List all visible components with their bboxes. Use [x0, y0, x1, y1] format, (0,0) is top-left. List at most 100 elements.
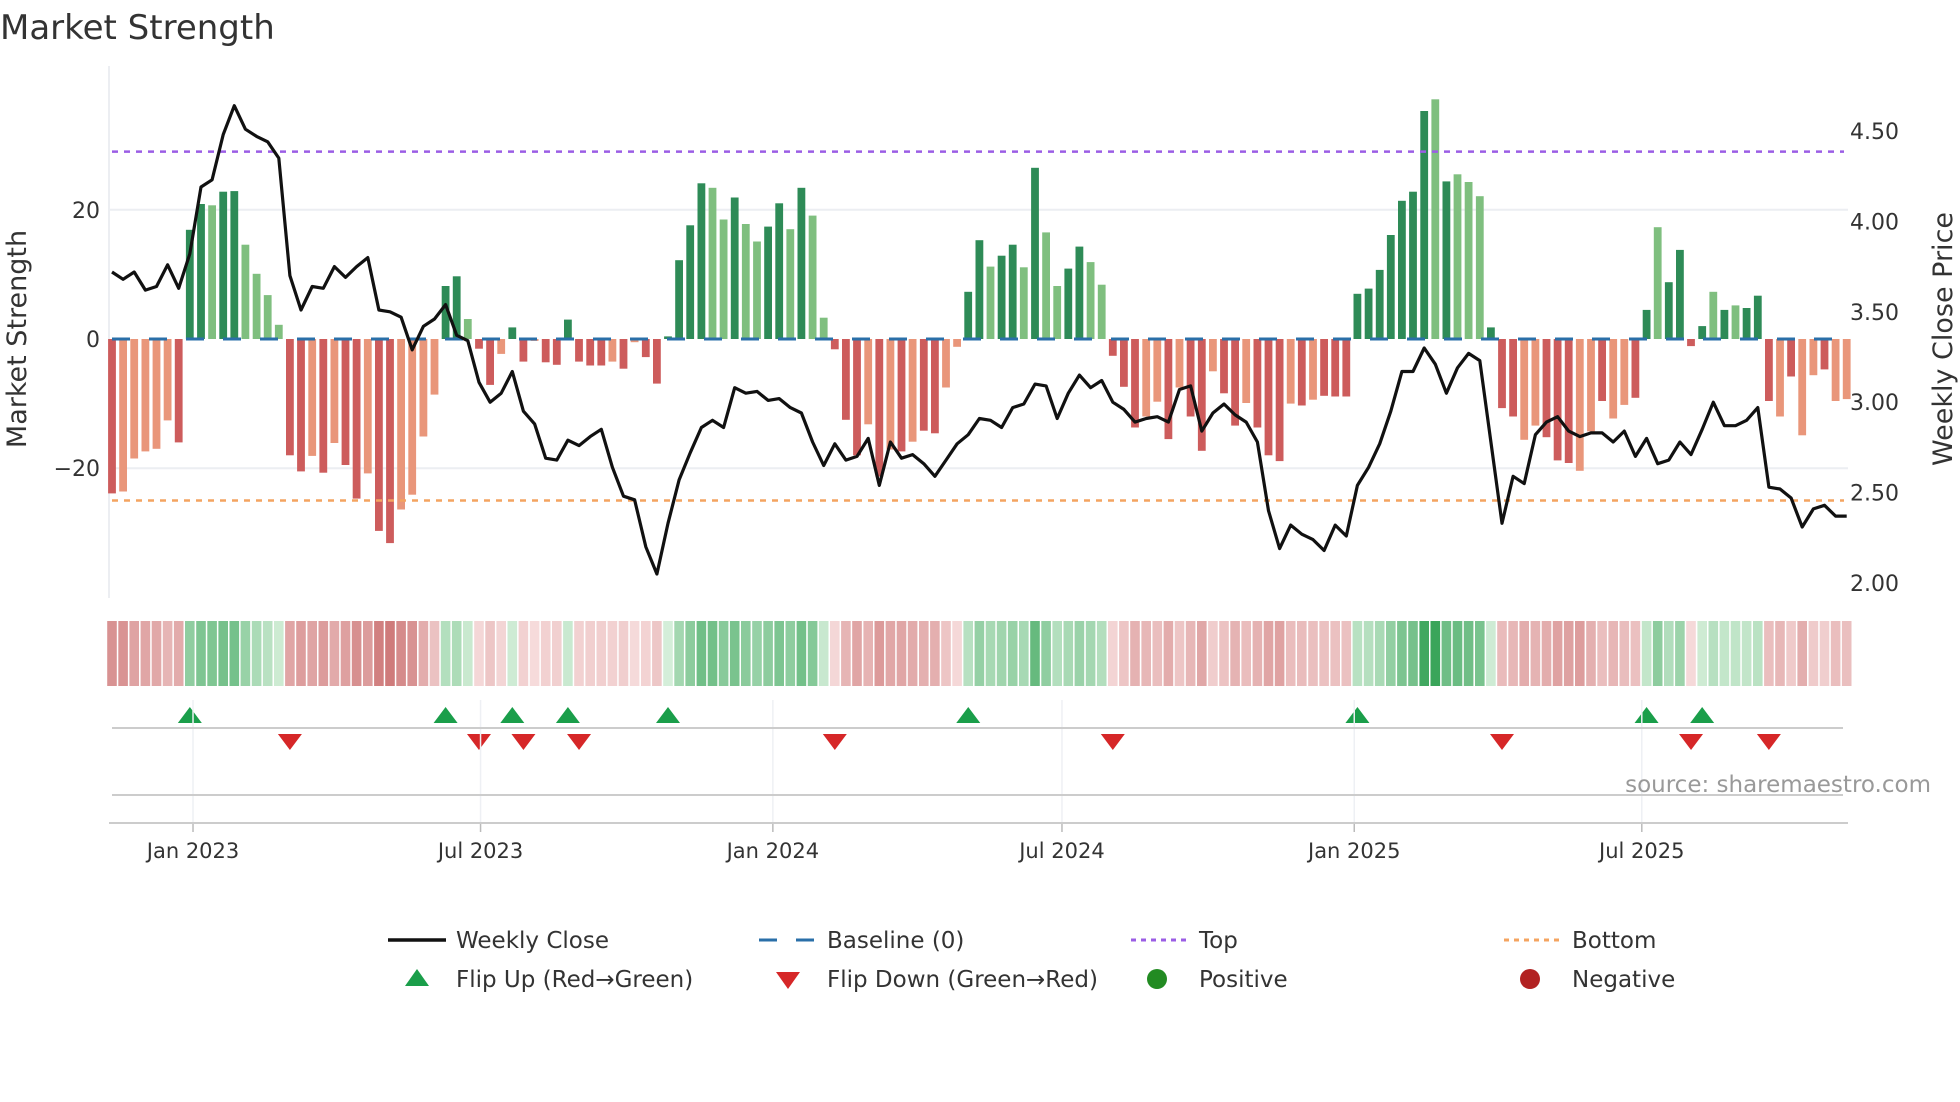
- flip-up-marker: [1690, 707, 1715, 723]
- strength-bar: [1275, 339, 1284, 462]
- heat-cell: [1241, 621, 1251, 686]
- strength-bar: [375, 339, 383, 531]
- strength-bar: [1420, 111, 1429, 339]
- strength-bar: [675, 260, 683, 339]
- strength-bar: [1409, 191, 1417, 339]
- heat-cell: [796, 621, 807, 686]
- heat-cell: [674, 621, 684, 686]
- strength-bar: [708, 187, 717, 339]
- heat-cell: [1786, 621, 1796, 686]
- heat-cell: [1041, 621, 1051, 686]
- strength-bar: [1331, 339, 1340, 397]
- legend-label: Negative: [1572, 967, 1675, 993]
- heat-cell: [285, 621, 295, 686]
- heat-cell: [563, 621, 573, 686]
- heat-cell: [1586, 621, 1596, 686]
- strength-bar: [130, 339, 139, 459]
- strength-bar: [486, 339, 494, 385]
- heat-cell: [1719, 621, 1730, 686]
- strength-bar: [564, 319, 572, 339]
- heat-cell: [185, 621, 195, 686]
- heat-cell: [729, 621, 740, 686]
- heat-cell: [429, 621, 440, 686]
- strength-bar: [1053, 286, 1062, 339]
- heat-cell: [907, 621, 918, 686]
- strength-bar: [252, 273, 261, 339]
- flip-up-marker: [500, 707, 525, 723]
- strength-bar: [653, 339, 661, 384]
- heat-cell: [741, 621, 751, 686]
- strength-bar: [597, 339, 606, 366]
- strength-bars: [108, 99, 1851, 544]
- strength-bar: [1342, 339, 1351, 397]
- strength-bar: [1186, 339, 1195, 417]
- heat-cell: [485, 621, 495, 686]
- strength-bar: [197, 204, 205, 339]
- heat-cell: [474, 621, 484, 686]
- heat-cell: [1552, 621, 1563, 686]
- strength-bar: [497, 339, 506, 354]
- strength-bar: [1664, 282, 1673, 339]
- heat-cell: [663, 621, 673, 686]
- heat-cell: [1197, 621, 1207, 686]
- heat-cell: [1252, 621, 1263, 686]
- strength-bar: [274, 324, 283, 339]
- flip-down-marker: [466, 734, 491, 750]
- strength-bar: [1709, 291, 1718, 339]
- heat-cell: [1352, 621, 1363, 686]
- heat-cell: [518, 621, 529, 686]
- strength-bar: [753, 241, 761, 339]
- strength-bar: [108, 339, 116, 494]
- heat-cell: [173, 621, 184, 686]
- strength-bar: [341, 339, 350, 465]
- heat-cell: [1130, 621, 1140, 686]
- strength-bar: [953, 339, 961, 347]
- legend-item: Negative: [1520, 967, 1675, 993]
- legend-item: Positive: [1147, 967, 1288, 993]
- heat-cell: [396, 621, 406, 686]
- flip-up-marker: [177, 707, 202, 723]
- strength-bar: [1153, 339, 1162, 402]
- flip-down-marker: [1756, 734, 1781, 750]
- strength-bar: [975, 240, 984, 339]
- strength-bar: [1453, 174, 1462, 339]
- heat-cell: [1530, 621, 1541, 686]
- strength-bar: [1297, 339, 1306, 406]
- strength-bar: [775, 203, 784, 339]
- flip-down-marker: [1490, 734, 1514, 750]
- x-tick-label: Jul 2024: [1017, 839, 1104, 863]
- strength-bar: [208, 205, 216, 339]
- heat-cell: [107, 621, 117, 686]
- strength-bar: [1475, 196, 1484, 339]
- flip-down-marker: [511, 734, 536, 750]
- strength-bar: [286, 339, 294, 456]
- strength-bar: [1019, 267, 1028, 339]
- heat-cell: [1575, 621, 1585, 686]
- x-tick-label: Jan 2025: [1306, 839, 1401, 863]
- strength-bar: [419, 339, 428, 437]
- heat-cell: [685, 621, 695, 686]
- legend-label: Flip Up (Red→Green): [456, 967, 693, 993]
- heat-cell: [296, 621, 306, 686]
- strength-bar: [386, 339, 394, 544]
- heat-cell: [1052, 621, 1062, 686]
- strength-bar: [986, 266, 995, 339]
- heat-cell: [1619, 621, 1630, 686]
- strength-bar: [1175, 339, 1184, 388]
- flip-up-marker: [1634, 707, 1659, 723]
- strength-bar: [1242, 339, 1251, 403]
- strength-bar: [586, 339, 595, 366]
- y-tick-label: −20: [54, 457, 100, 482]
- strength-bar: [1209, 339, 1217, 372]
- heat-cell: [207, 621, 217, 686]
- heat-cell: [1063, 621, 1074, 686]
- strength-bar: [1575, 339, 1584, 471]
- heat-cell: [785, 621, 796, 686]
- heat-cell: [863, 621, 873, 686]
- strength-bar: [1642, 309, 1651, 339]
- strength-bar: [152, 339, 161, 449]
- strength-bar: [1798, 339, 1807, 436]
- strength-bar: [1531, 339, 1540, 426]
- strength-bar: [552, 339, 561, 365]
- strength-bar: [1097, 284, 1106, 339]
